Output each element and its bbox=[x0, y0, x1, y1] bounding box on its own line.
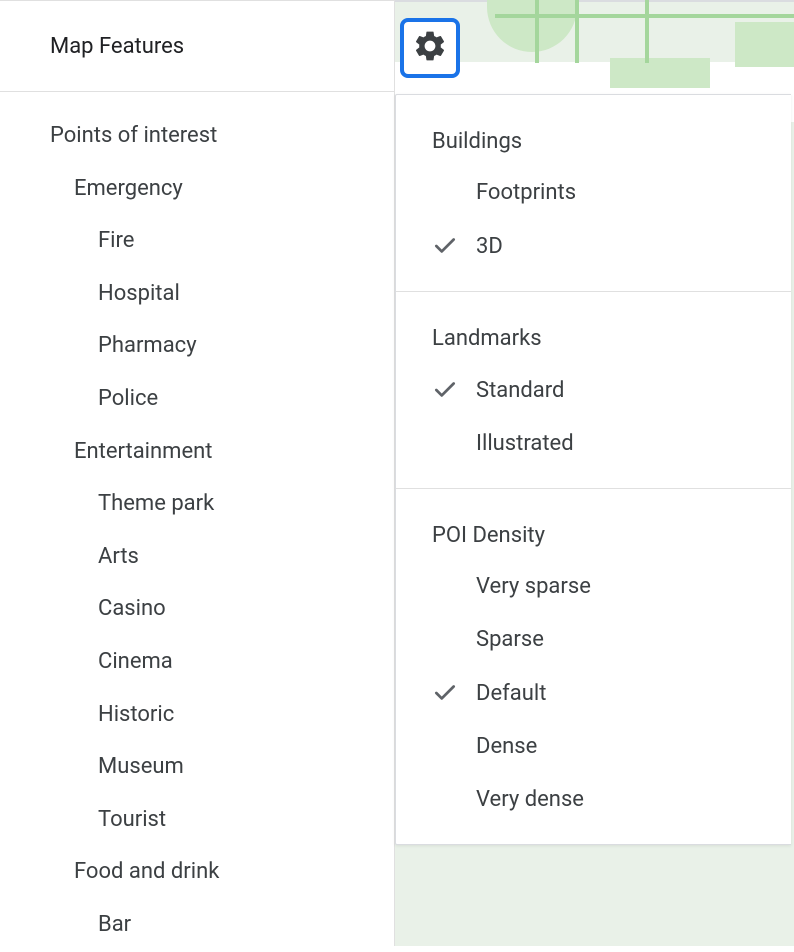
settings-option-label: Footprints bbox=[476, 180, 576, 205]
gear-icon bbox=[412, 28, 448, 68]
settings-option-label: Very sparse bbox=[476, 574, 591, 599]
sidebar-header: Map Features bbox=[0, 0, 394, 92]
settings-option[interactable]: Standard bbox=[396, 363, 791, 417]
settings-option[interactable]: Footprints bbox=[396, 166, 791, 219]
tree-item[interactable]: Hospital bbox=[50, 268, 394, 321]
check-icon bbox=[432, 233, 476, 259]
tree-item[interactable]: Historic bbox=[50, 689, 394, 742]
tree-item[interactable]: Museum bbox=[50, 741, 394, 794]
check-icon bbox=[432, 377, 476, 403]
tree-item[interactable]: Arts bbox=[50, 531, 394, 584]
settings-section-title: POI Density bbox=[396, 511, 791, 560]
settings-option[interactable]: Very dense bbox=[396, 773, 791, 826]
settings-option[interactable]: Sparse bbox=[396, 613, 791, 666]
settings-option-label: Dense bbox=[476, 734, 537, 759]
settings-section: POI Density Very sparse Sparse Default Dense… bbox=[396, 489, 791, 844]
tree-item[interactable]: Police bbox=[50, 373, 394, 426]
settings-section-title: Buildings bbox=[396, 117, 791, 166]
settings-option-label: Sparse bbox=[476, 627, 544, 652]
map-features-sidebar: Map Features Points of interestEmergency… bbox=[0, 0, 395, 946]
settings-option-label: Illustrated bbox=[476, 431, 574, 456]
tree-item[interactable]: Pharmacy bbox=[50, 320, 394, 373]
settings-option-label: Very dense bbox=[476, 787, 584, 812]
settings-option[interactable]: Dense bbox=[396, 720, 791, 773]
settings-option-label: Default bbox=[476, 681, 546, 706]
tree-item[interactable]: Entertainment bbox=[50, 426, 394, 479]
settings-button[interactable] bbox=[400, 18, 460, 78]
settings-option[interactable]: 3D bbox=[396, 219, 791, 273]
tree-item[interactable]: Tourist bbox=[50, 794, 394, 847]
settings-option-label: 3D bbox=[476, 234, 503, 259]
settings-section: Landmarks Standard Illustrated bbox=[396, 292, 791, 489]
settings-option[interactable]: Illustrated bbox=[396, 417, 791, 470]
tree-item[interactable]: Bar bbox=[50, 899, 394, 952]
sidebar-title: Map Features bbox=[50, 34, 184, 59]
tree-item[interactable]: Cinema bbox=[50, 636, 394, 689]
check-icon bbox=[432, 680, 476, 706]
tree-item[interactable]: Emergency bbox=[50, 163, 394, 216]
tree-item[interactable]: Theme park bbox=[50, 478, 394, 531]
settings-section: Buildings Footprints 3D bbox=[396, 95, 791, 292]
settings-option[interactable]: Default bbox=[396, 666, 791, 720]
settings-option-label: Standard bbox=[476, 378, 564, 403]
settings-section-title: Landmarks bbox=[396, 314, 791, 363]
settings-panel: Buildings Footprints 3D Landmarks Standard Il… bbox=[395, 94, 791, 845]
tree-item[interactable]: Casino bbox=[50, 583, 394, 636]
feature-tree: Points of interestEmergencyFireHospitalP… bbox=[0, 92, 394, 952]
settings-option[interactable]: Very sparse bbox=[396, 560, 791, 613]
tree-item[interactable]: Points of interest bbox=[50, 110, 394, 163]
tree-item[interactable]: Fire bbox=[50, 215, 394, 268]
tree-item[interactable]: Food and drink bbox=[50, 846, 394, 899]
